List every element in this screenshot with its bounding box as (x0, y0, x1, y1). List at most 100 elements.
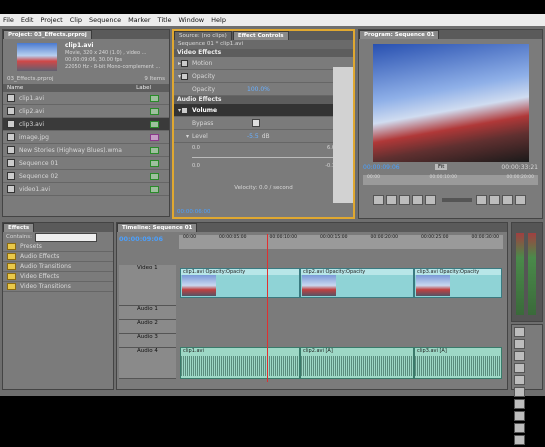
effects-search-input[interactable] (34, 232, 97, 242)
program-ruler[interactable]: 00:00 00:00:10:00 00:00:20:00 (363, 175, 538, 185)
rate-stretch-tool-icon[interactable] (514, 375, 525, 385)
video-clip[interactable]: clip2.avi Opacity:Opacity (300, 268, 414, 298)
extract-icon[interactable] (515, 195, 526, 205)
track-header-audio2[interactable]: Audio 2 (119, 320, 176, 334)
razor-tool-icon[interactable] (514, 387, 525, 397)
track-header-video1[interactable]: Video 1 (119, 265, 176, 306)
step-back-icon[interactable] (399, 195, 410, 205)
meter-left (516, 233, 524, 315)
list-item[interactable]: video1.avi (3, 183, 169, 196)
expand-arrow-icon[interactable]: ▾ (186, 133, 189, 140)
loop-icon[interactable] (476, 195, 487, 205)
lift-icon[interactable] (502, 195, 513, 205)
track-header-audio1[interactable]: Audio 1 (119, 306, 176, 320)
effect-controls-timecode[interactable]: 00:00:06:00 (177, 209, 211, 215)
menu-title[interactable]: Title (158, 16, 172, 24)
pen-tool-icon[interactable] (514, 423, 525, 433)
label-swatch (150, 133, 159, 141)
menu-file[interactable]: File (3, 16, 14, 24)
tab-project[interactable]: Project: 03_Effects.prproj (3, 30, 92, 39)
track-select-tool-icon[interactable] (514, 339, 525, 349)
hand-tool-icon[interactable] (514, 435, 525, 445)
project-panel: Project: 03_Effects.prproj clip1.avi Mov… (2, 29, 170, 217)
clip-label: clip1.avi (183, 348, 204, 354)
menu-clip[interactable]: Clip (70, 16, 82, 24)
timeline-ruler[interactable]: 00:00 00:00:05:00 00:00:10:00 00:00:15:0… (179, 235, 503, 249)
menu-edit[interactable]: Edit (21, 16, 34, 24)
ruler-tick-label: 00:00 (367, 175, 380, 180)
list-item[interactable]: New Stories (Highway Blues).wma (3, 144, 169, 157)
menu-marker[interactable]: Marker (128, 16, 150, 24)
tab-source[interactable]: Source: (no clips) (174, 31, 232, 40)
item-name: clip2.avi (19, 107, 45, 115)
ruler-tick-label: 00:00:25:00 (421, 235, 449, 240)
list-item[interactable]: clip2.avi (3, 105, 169, 118)
jog-shuttle[interactable] (442, 198, 472, 202)
sequence-icon (7, 159, 15, 167)
tab-timeline[interactable]: Timeline: Sequence 01 (117, 223, 198, 232)
video-clip[interactable]: clip3.avi Opacity:Opacity (414, 268, 502, 298)
volume-effect[interactable]: ▾ Volume (174, 104, 353, 117)
mini-timeline[interactable] (333, 67, 353, 203)
level-slider-track[interactable] (192, 157, 335, 158)
menu-help[interactable]: Help (211, 16, 226, 24)
play-icon[interactable] (412, 195, 423, 205)
col-label[interactable]: Label (136, 84, 151, 92)
image-file-icon (7, 133, 15, 141)
opacity-value[interactable]: 100.0% (247, 86, 270, 93)
audio-clip[interactable]: clip2.avi [A] (300, 347, 414, 379)
program-monitor: Program: Sequence 01 00:00:09:06 Fit 00:… (358, 29, 543, 219)
video-clip[interactable]: clip1.avi Opacity:Opacity (180, 268, 300, 298)
fit-dropdown[interactable]: Fit (435, 164, 448, 170)
selection-tool-icon[interactable] (514, 327, 525, 337)
slide-tool-icon[interactable] (514, 411, 525, 421)
mark-out-icon[interactable] (386, 195, 397, 205)
opacity-effect[interactable]: ▾ Opacity (174, 70, 353, 83)
list-item[interactable]: clip1.avi (3, 92, 169, 105)
list-item[interactable]: Sequence 02 (3, 170, 169, 183)
menu-window[interactable]: Window (178, 16, 204, 24)
program-video-frame (373, 44, 529, 162)
ruler-tick-label: 00:00 (183, 235, 196, 240)
track-header-audio4[interactable]: Audio 4 (119, 348, 176, 379)
clip-label: clip2.avi [A] (303, 348, 333, 354)
video-file-icon (7, 120, 15, 128)
tab-effects[interactable]: Effects (3, 223, 35, 232)
menu-sequence[interactable]: Sequence (89, 16, 121, 24)
motion-effect[interactable]: ▸ Motion (174, 57, 353, 70)
timeline-timecode[interactable]: 00:00:09:06 (119, 235, 163, 243)
ruler-tick-label: 00:00:20:00 (506, 175, 534, 180)
effects-folder[interactable]: Video Effects (3, 272, 113, 282)
menu-project[interactable]: Project (40, 16, 62, 24)
track-header-audio3[interactable]: Audio 3 (119, 334, 176, 348)
effects-folder[interactable]: Presets (3, 242, 113, 252)
level-value[interactable]: -5.5 (247, 133, 259, 140)
clip-info-2: 00:00:09:06, 30.00 fps (65, 57, 123, 63)
rolling-edit-tool-icon[interactable] (514, 363, 525, 373)
playhead[interactable] (267, 234, 268, 382)
safe-margins-icon[interactable] (489, 195, 500, 205)
col-name[interactable]: Name (7, 84, 23, 92)
ruler-tick-label: 00:00:10:00 (269, 235, 297, 240)
effects-folder[interactable]: Audio Effects (3, 252, 113, 262)
program-timecode-current[interactable]: 00:00:09:06 (363, 164, 400, 171)
tab-effect-controls[interactable]: Effect Controls (232, 31, 289, 40)
tab-program[interactable]: Program: Sequence 01 (359, 30, 440, 39)
track-label: Audio 1 (137, 306, 158, 312)
ripple-edit-tool-icon[interactable] (514, 351, 525, 361)
audio-clip[interactable]: clip3.avi [A] (414, 347, 502, 379)
audio-clip[interactable]: clip1.avi (180, 347, 300, 379)
effects-folder[interactable]: Audio Transitions (3, 262, 113, 272)
list-item[interactable]: image.jpg (3, 131, 169, 144)
effects-folder[interactable]: Video Transitions (3, 282, 113, 292)
label-swatch (150, 107, 159, 115)
item-name: Sequence 01 (19, 159, 59, 167)
slip-tool-icon[interactable] (514, 399, 525, 409)
bypass-checkbox[interactable] (252, 119, 260, 127)
mark-in-icon[interactable] (373, 195, 384, 205)
list-item[interactable]: clip3.avi (3, 118, 169, 131)
menu-bar: File Edit Project Clip Sequence Marker T… (0, 14, 545, 26)
step-forward-icon[interactable] (425, 195, 436, 205)
folder-label: Video Transitions (20, 283, 71, 290)
list-item[interactable]: Sequence 01 (3, 157, 169, 170)
